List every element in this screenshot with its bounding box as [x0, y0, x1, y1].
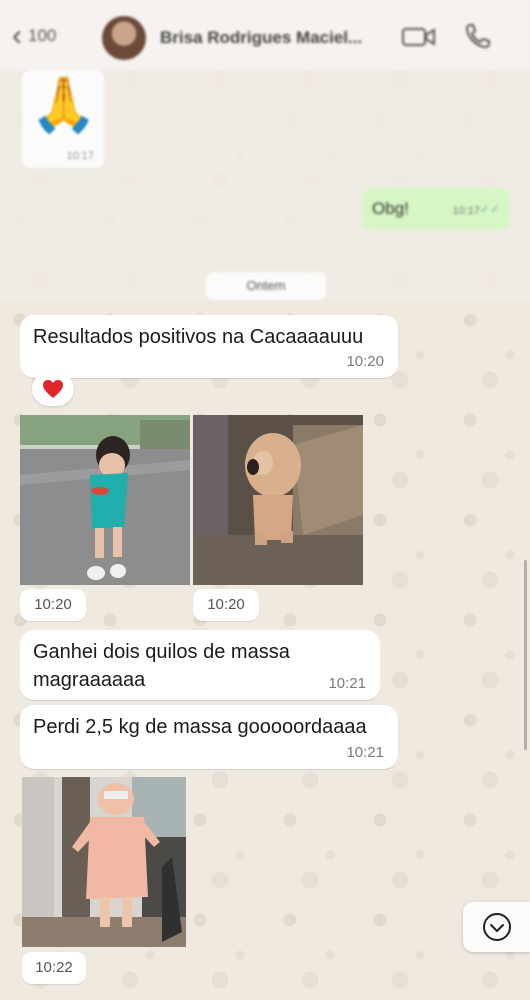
photo-girl-robe[interactable] [22, 777, 186, 947]
video-call-icon[interactable] [402, 26, 436, 48]
reaction-badge[interactable] [32, 372, 74, 406]
photo-girl-dancing[interactable] [20, 415, 190, 585]
chat-header: ‹ 100 Brisa Rodrigues Maciel... [0, 0, 530, 70]
sticker-message[interactable]: 🙏 10:17 [22, 70, 104, 168]
received-message[interactable]: Resultados positivos na Cacaaaauuu 10:20 [20, 315, 398, 378]
date-separator: Ontem [206, 272, 326, 300]
message-time: 10:17 [66, 150, 94, 162]
sent-message[interactable]: Obg! 10:17 ✓✓ [362, 188, 510, 230]
message-time: 10:21 [328, 675, 366, 692]
message-text: Ganhei dois quilos de massa magraaaaaa [33, 641, 290, 691]
message-text: Perdi 2,5 kg de massa gooooordaaaa [33, 716, 367, 738]
photo-image [22, 777, 186, 947]
scrollbar[interactable] [524, 560, 527, 750]
photo-time: 10:22 [22, 952, 86, 984]
unread-count: 100 [28, 26, 57, 45]
photo-image [20, 415, 190, 585]
message-text: Resultados positivos na Cacaaaauuu [33, 326, 364, 348]
phone-call-icon[interactable] [464, 22, 492, 50]
photo-time: 10:20 [193, 589, 259, 621]
photo-time: 10:20 [20, 589, 86, 621]
praying-hands-sticker: 🙏 [30, 75, 98, 135]
photo-image [193, 415, 363, 585]
heart-icon [43, 380, 63, 398]
received-message[interactable]: Perdi 2,5 kg de massa gooooordaaaa 10:21 [20, 705, 398, 769]
received-message[interactable]: Ganhei dois quilos de massa magraaaaaa 1… [20, 630, 380, 700]
scroll-to-bottom-button[interactable] [463, 902, 530, 952]
avatar[interactable] [102, 16, 146, 60]
double-check-icon: ✓✓ [479, 202, 500, 216]
message-time: 10:21 [346, 744, 384, 761]
message-time: 10:17 [452, 205, 480, 217]
message-text: Obg! [372, 199, 409, 218]
chevron-left-icon: ‹ [12, 19, 22, 52]
back-button[interactable]: ‹ 100 [12, 19, 57, 52]
photo-dog[interactable] [193, 415, 363, 585]
contact-name[interactable]: Brisa Rodrigues Maciel... [160, 28, 362, 48]
message-time: 10:20 [346, 353, 384, 370]
chevron-down-icon [482, 913, 511, 941]
